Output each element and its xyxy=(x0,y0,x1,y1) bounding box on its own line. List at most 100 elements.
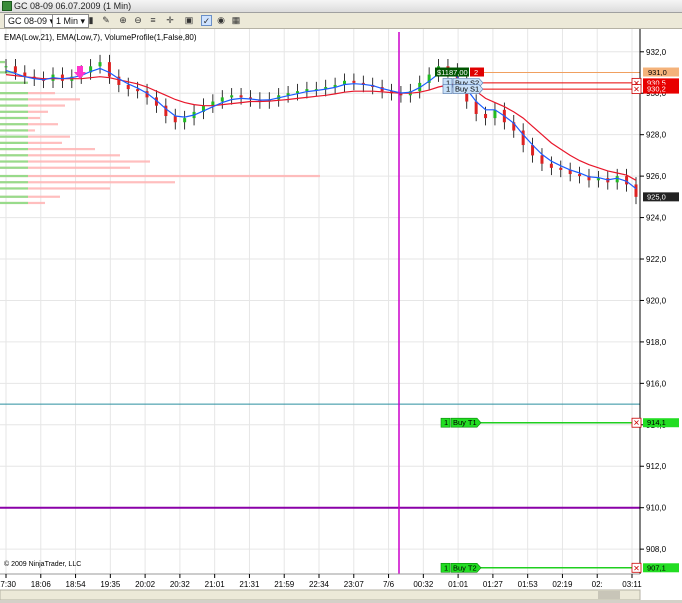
volume-profile-bar-up xyxy=(0,181,28,184)
draw-pen-icon[interactable]: ✎ xyxy=(101,15,111,25)
order-qty-label: 1 xyxy=(444,563,448,572)
horizontal-scrollbar[interactable] xyxy=(0,589,641,601)
position-qty-label: 2 xyxy=(474,68,478,77)
crosshair-icon[interactable]: ✛ xyxy=(165,15,175,25)
volume-profile-bar-up xyxy=(0,187,28,190)
time-tick-label: 02:19 xyxy=(552,580,573,589)
price-tick-label: 910,0 xyxy=(646,504,667,513)
volume-profile-bar-up xyxy=(0,147,28,151)
price-bar-body xyxy=(474,101,478,114)
volume-profile-bar-up xyxy=(0,98,28,101)
volume-profile xyxy=(0,60,320,205)
order-label: Buy T2 xyxy=(453,563,477,572)
price-tick-label: 928,0 xyxy=(646,131,667,140)
time-tick-label: 17:30 xyxy=(0,580,17,589)
window-titlebar: GC 08-09 06.07.2009 (1 Min) xyxy=(0,0,682,13)
data-box-icon[interactable]: ▣ xyxy=(184,15,194,25)
price-bar-body xyxy=(173,116,177,123)
price-bar-body xyxy=(615,176,619,183)
zoom-in-icon[interactable]: ⊕ xyxy=(118,15,128,25)
copyright-label: © 2009 NinjaTrader, LLC xyxy=(4,560,81,568)
interval-dropdown[interactable]: 1 Min ▾ xyxy=(52,14,90,28)
price-bar-body xyxy=(239,95,243,98)
time-tick-label: 02: xyxy=(592,580,603,589)
time-tick-label: 18:06 xyxy=(31,580,52,589)
volume-profile-bar-up xyxy=(0,60,5,64)
time-tick-label: 7/6 xyxy=(383,580,395,589)
price-tick-label: 920,0 xyxy=(646,296,667,305)
price-bar-body xyxy=(98,62,102,67)
price-tick-label: 908,0 xyxy=(646,545,667,554)
time-tick-label: 00:32 xyxy=(413,580,434,589)
order-qty-label: 1 xyxy=(444,418,448,427)
instrument-dropdown[interactable]: GC 08-09 ▾ xyxy=(4,14,59,28)
bar-type-icon[interactable]: ▮ xyxy=(86,15,96,25)
chart-toolbar: GC 08-09 ▾ 1 Min ▾ ▮ ✎ ⊕ ⊖ ≡ ✛ ▣ ✓ ◉ ▦ xyxy=(0,13,682,29)
ema-lines xyxy=(5,67,637,190)
chart-panel[interactable]: 932,0 930,0 928,0 926,0 924,0 922,0 920,0 918,0… xyxy=(0,29,682,601)
price-tick-label: 924,0 xyxy=(646,214,667,223)
last-price-label: 925,0 xyxy=(647,192,666,201)
price-bar-body xyxy=(634,184,638,197)
time-tick-label: 21:59 xyxy=(274,580,295,589)
price-bar-body xyxy=(559,167,563,170)
price-bar-body xyxy=(4,66,8,68)
close-icon: ✕ xyxy=(633,564,640,573)
time-tick-label: 20:32 xyxy=(170,580,191,589)
price-bar-body xyxy=(183,118,187,123)
time-tick-label: 22:34 xyxy=(309,580,330,589)
pnl-label: $1187,00 xyxy=(437,68,468,77)
volume-profile-bar-up xyxy=(0,160,28,163)
order-label: Buy T1 xyxy=(453,418,477,427)
price-bar-body xyxy=(352,80,356,83)
price-bar-body xyxy=(484,113,488,119)
time-tick-label: 01:53 xyxy=(518,580,539,589)
volume-profile-bar-up xyxy=(0,135,28,138)
window-title: GC 08-09 06.07.2009 (1 Min) xyxy=(14,1,132,11)
order-label: Buy S1 xyxy=(455,85,479,94)
price-bar-body xyxy=(540,155,544,164)
volume-profile-bar-up xyxy=(0,154,28,157)
volume-profile-bar-up xyxy=(0,123,28,126)
app-icon xyxy=(2,1,12,11)
volume-profile-bar-up xyxy=(0,141,28,144)
volume-profile-bar-up xyxy=(0,201,28,205)
chart-trader-icon[interactable]: ✓ xyxy=(201,15,212,26)
volume-profile-bar-up xyxy=(0,110,28,113)
scrollbar-thumb[interactable] xyxy=(598,591,620,599)
volume-profile-bar-up xyxy=(0,174,28,178)
indicator-label: EMA(Low,21), EMA(Low,7), VolumeProfile(1… xyxy=(4,33,197,42)
price-tick-label: 918,0 xyxy=(646,338,667,347)
position-price-label: 931,0 xyxy=(648,68,667,77)
ema7-line xyxy=(5,67,637,190)
volume-profile-bar-up xyxy=(0,116,28,120)
price-bar-body xyxy=(60,74,64,81)
volume-profile-bar-up xyxy=(0,104,28,107)
price-bar-body xyxy=(107,62,111,77)
time-tick-label: 19:35 xyxy=(100,580,121,589)
price-tick-label: 916,0 xyxy=(646,379,667,388)
globe-icon[interactable]: ◉ xyxy=(216,15,226,25)
volume-profile-bar-up xyxy=(0,92,28,95)
price-bar-body xyxy=(230,95,234,98)
volume-profile-bar-up xyxy=(0,195,28,198)
time-tick-label: 23:07 xyxy=(344,580,365,589)
order-qty-label: 1 xyxy=(446,85,450,94)
volume-profile-bar-up xyxy=(0,81,28,84)
order-price-label: 907,1 xyxy=(647,563,666,572)
price-tick-label: 932,0 xyxy=(646,48,667,57)
price-tick-label: 922,0 xyxy=(646,255,667,264)
grid-icon[interactable]: ▦ xyxy=(231,15,241,25)
zoom-out-icon[interactable]: ⊖ xyxy=(133,15,143,25)
volume-profile-bar xyxy=(0,174,320,178)
properties-icon[interactable]: ≡ xyxy=(148,15,158,25)
ema21-line xyxy=(5,74,637,181)
price-bar-body xyxy=(549,163,553,168)
price-bar-body xyxy=(305,89,309,92)
price-chart[interactable]: 932,0930,0928,0926,0924,0922,0920,0918,0… xyxy=(0,29,682,601)
price-bar-body xyxy=(13,66,17,73)
volume-profile-bar-up xyxy=(0,129,28,132)
price-bar-body xyxy=(220,97,224,102)
price-bar-body xyxy=(126,84,130,90)
volume-profile-bar-up xyxy=(0,166,28,169)
